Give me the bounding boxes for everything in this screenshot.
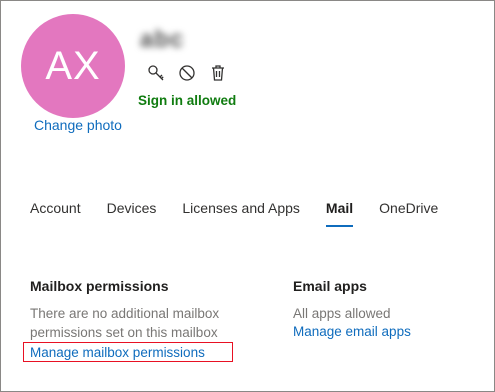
user-actions bbox=[146, 63, 228, 83]
tab-account[interactable]: Account bbox=[30, 200, 81, 216]
mailbox-permissions-heading: Mailbox permissions bbox=[30, 278, 169, 294]
change-photo-link[interactable]: Change photo bbox=[34, 117, 122, 133]
mailbox-permissions-description-line1: There are no additional mailbox bbox=[30, 306, 220, 321]
sign-in-status: Sign in allowed bbox=[138, 93, 237, 108]
trash-icon[interactable] bbox=[208, 63, 228, 83]
user-details-panel: AX Change photo abc Sign in allowed Acco… bbox=[0, 0, 495, 392]
tab-onedrive[interactable]: OneDrive bbox=[379, 200, 438, 216]
tab-mail[interactable]: Mail bbox=[325, 200, 354, 227]
tab-devices[interactable]: Devices bbox=[107, 200, 157, 216]
mailbox-permissions-description-line2: permissions set on this mailbox bbox=[30, 325, 218, 340]
tab-licenses-and-apps[interactable]: Licenses and Apps bbox=[182, 200, 300, 216]
avatar-initials: AX bbox=[45, 43, 101, 88]
key-icon[interactable] bbox=[146, 63, 166, 83]
email-apps-heading: Email apps bbox=[293, 278, 367, 294]
tab-bar: Account Devices Licenses and Apps Mail O… bbox=[30, 200, 438, 227]
user-display-name: abc bbox=[140, 26, 185, 53]
manage-email-apps-link[interactable]: Manage email apps bbox=[293, 324, 411, 339]
highlight-box bbox=[23, 342, 233, 362]
email-apps-description: All apps allowed bbox=[293, 306, 391, 321]
block-icon[interactable] bbox=[177, 63, 197, 83]
avatar[interactable]: AX bbox=[21, 14, 125, 118]
